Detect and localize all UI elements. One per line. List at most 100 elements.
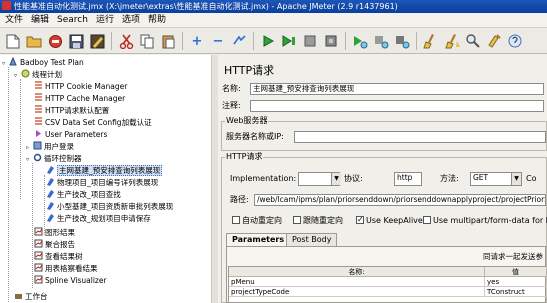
tree-node-sampler[interactable]: 小型基建_项目资质新审批列表展现 (46, 201, 173, 213)
sampler-icon (46, 165, 55, 174)
menu-search[interactable]: Search (53, 13, 92, 27)
method-label: 方法: (440, 174, 459, 183)
tree-node-sampler-selected[interactable]: 主网基建_预安排查询列表展现 (46, 165, 163, 177)
paste-icon[interactable] (158, 31, 178, 51)
sampler-icon (46, 213, 55, 222)
menu-options[interactable]: 选项 (118, 13, 144, 27)
help-icon[interactable] (505, 31, 525, 51)
http-request-group-label: HTTP请求 (225, 152, 264, 162)
listener-icon (34, 227, 43, 236)
clear-icon[interactable] (421, 31, 441, 51)
cut-icon[interactable] (116, 31, 136, 51)
start-icon[interactable] (258, 31, 278, 51)
tree-node-graph-results[interactable]: 图形结果 (34, 227, 75, 239)
tree-node-user-login[interactable]: ▹ 用户登录 (26, 141, 74, 153)
stop-icon[interactable] (300, 31, 320, 51)
parameters-tabbed-pane: Parameters Post Body 同请求一起发送参 名称: 值 pMen… (226, 233, 547, 303)
collapse-icon[interactable]: − (208, 31, 228, 51)
tree-node-thread-group[interactable]: ▿ 线程计划 (14, 69, 62, 81)
menu-help[interactable]: 帮助 (144, 13, 170, 27)
tree-node-cache-manager[interactable]: HTTP Cache Manager (34, 93, 125, 105)
params-caption: 同请求一起发送参 (483, 252, 543, 261)
menu-file[interactable]: 文件 (0, 13, 27, 27)
tab-parameters[interactable]: Parameters (226, 233, 291, 246)
controller-icon (33, 141, 42, 150)
column-header-value[interactable]: 值 (485, 267, 547, 277)
comment-field[interactable] (250, 100, 544, 112)
chevron-down-icon[interactable]: ▼ (511, 173, 521, 185)
menu-bar: 文件 编辑 Search 运行 选项 帮助 (0, 13, 547, 28)
sampler-icon (46, 189, 55, 198)
tree-node-sampler[interactable]: 物理项目_项目编号详列表展现 (46, 177, 158, 189)
content-encoding-label: Co (526, 174, 537, 183)
sampler-icon (46, 177, 55, 186)
shutdown-icon[interactable] (321, 31, 341, 51)
save-as-icon[interactable] (87, 31, 107, 51)
listener-icon (34, 251, 43, 260)
multipart-checkbox[interactable]: Use multipart/form-data for P (423, 215, 547, 227)
config-element-icon (34, 81, 43, 90)
window-title: 性能基准自动化测试.jmx (X:\jmeter\extras\性能基准自动化测… (14, 2, 398, 11)
tree-node-workbench[interactable]: 工作台 (14, 291, 48, 303)
tree-node-http-defaults[interactable]: HTTP请求默认配置 (34, 105, 109, 117)
path-label: 路径: (230, 195, 249, 204)
listener-icon (34, 275, 43, 284)
table-cell-name[interactable]: projectTypeCode (229, 287, 485, 297)
new-icon[interactable] (3, 31, 23, 51)
config-element-icon (34, 117, 43, 126)
path-field[interactable]: /web/lcam/ipms/plan/priorsenddown/priors… (254, 194, 546, 206)
jmeter-app-icon (2, 1, 11, 10)
remote-start-icon[interactable] (350, 31, 370, 51)
listener-icon (34, 239, 43, 248)
checkbox-checked-icon (356, 214, 364, 226)
menu-edit[interactable]: 编辑 (27, 13, 53, 27)
test-plan-tree: ▿ Badboy Test Plan ▿ 线程计划 HTTP Cookie Mana… (0, 55, 212, 303)
table-cell-value[interactable]: TConstruct (485, 287, 547, 297)
table-cell-value[interactable]: yes (485, 277, 547, 287)
start-no-pause-icon[interactable] (279, 31, 299, 51)
toolbar: + − (0, 28, 547, 54)
toggle-icon[interactable] (229, 31, 249, 51)
tree-node-user-parameters[interactable]: User Parameters (34, 129, 107, 141)
keepalive-checkbox[interactable]: Use KeepAlive (356, 214, 423, 227)
checkbox-icon (423, 216, 431, 224)
open-icon[interactable] (24, 31, 44, 51)
server-field[interactable] (294, 131, 546, 143)
tree-node-test-plan[interactable]: ▿ Badboy Test Plan (2, 56, 84, 69)
expand-icon[interactable]: + (187, 31, 207, 51)
column-header-name[interactable]: 名称: (229, 267, 485, 277)
tab-post-body[interactable]: Post Body (286, 233, 338, 246)
search-icon[interactable] (463, 31, 483, 51)
tree-node-table-results[interactable]: 用表格察看结果 (34, 263, 98, 275)
implementation-label: Implementation: (230, 174, 297, 183)
stop-record-icon[interactable] (45, 31, 65, 51)
tree-node-cookie-manager[interactable]: HTTP Cookie Manager (34, 81, 127, 93)
tree-node-results-tree[interactable]: 查看结果树 (34, 251, 83, 263)
remote-stop-icon[interactable] (371, 31, 391, 51)
preprocessor-icon (34, 129, 43, 138)
name-field[interactable]: 主网基建_预安排查询列表展现 (250, 83, 544, 95)
loop-controller-icon (33, 153, 42, 162)
tree-node-spline-visualizer[interactable]: Spline Visualizer (34, 275, 107, 287)
reset-search-icon[interactable] (484, 31, 504, 51)
chevron-down-icon[interactable]: ▼ (331, 173, 341, 185)
tree-node-aggregate-report[interactable]: 聚合报告 (34, 239, 75, 251)
checkbox-icon (232, 216, 240, 224)
remote-exit-icon[interactable] (392, 31, 412, 51)
table-cell-name[interactable]: pMenu (229, 277, 485, 287)
thread-group-icon (21, 69, 30, 78)
tree-node-csv-data-set[interactable]: CSV Data Set Config加载认证 (34, 117, 152, 129)
save-icon[interactable] (66, 31, 86, 51)
copy-icon[interactable] (137, 31, 157, 51)
auto-redirect-checkbox[interactable]: 自动重定向 (232, 215, 282, 227)
listener-icon (34, 263, 43, 272)
protocol-field[interactable]: http (394, 172, 422, 186)
follow-redirect-checkbox[interactable]: 跟随重定向 (293, 215, 343, 227)
tree-node-loop-controller[interactable]: ▿ 循环控制器 (26, 153, 82, 165)
tree-node-sampler[interactable]: 生产技改_规划项目申请保存 (46, 213, 151, 225)
menu-run[interactable]: 运行 (92, 13, 118, 27)
tree-node-sampler[interactable]: 生产技改_项目查找 (46, 189, 121, 201)
parameters-table: 名称: 值 pMenu yes projectTypeCode TConstru… (228, 266, 547, 303)
clear-all-icon[interactable] (442, 31, 462, 51)
window-titlebar: 性能基准自动化测试.jmx (X:\jmeter\extras\性能基准自动化测… (0, 0, 547, 13)
